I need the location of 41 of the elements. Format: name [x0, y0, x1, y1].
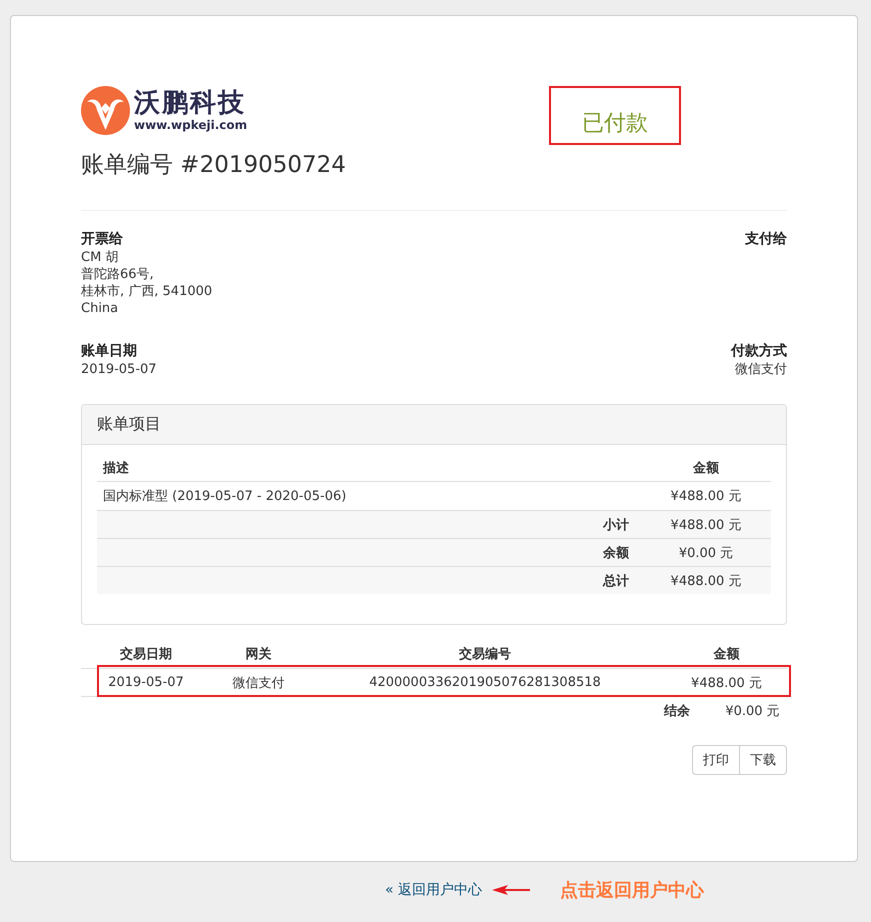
- address-line: 普陀路66号,: [81, 266, 154, 283]
- logo-icon: [81, 86, 130, 135]
- balance-label: 结余: [664, 703, 690, 720]
- table-cell-text: 微信支付: [232, 674, 286, 692]
- invoice-date-heading: 账单日期: [81, 343, 137, 360]
- address-line: CM 胡: [81, 249, 118, 266]
- column-header: 交易日期: [119, 646, 173, 663]
- table-cell-text: 4200000336201905076281308518: [368, 675, 602, 690]
- payment-status: 已付款: [549, 86, 681, 145]
- pay-to-heading: 支付给: [745, 231, 787, 248]
- column-header: 金额: [692, 460, 720, 477]
- balance-amount: ¥0.00 元: [724, 703, 781, 720]
- table-cell-text: ¥488.00 元: [670, 488, 742, 505]
- column-header: 网关: [244, 646, 272, 663]
- logo-name: 沃鹏科技: [134, 90, 247, 116]
- table-cell-text: ¥488.00 元: [670, 516, 742, 534]
- address-line: 桂林市, 广西, 541000: [81, 283, 212, 300]
- invoice-title: 账单编号 #2019050724: [81, 151, 347, 180]
- table-cell-text: ¥0.00 元: [678, 544, 734, 562]
- billed-to-heading: 开票给: [81, 231, 123, 248]
- table-cell-text: 2019-05-07: [107, 675, 185, 690]
- address-line: China: [81, 300, 118, 317]
- total-label: 余额: [602, 544, 630, 562]
- table-cell-text: 国内标准型 (2019-05-07 - 2020-05-06): [102, 488, 348, 505]
- column-header: 交易编号: [458, 646, 512, 663]
- panel-title: 账单项目: [82, 405, 786, 445]
- table-cell-text: ¥488.00 元: [670, 572, 742, 590]
- column-header: 描述: [102, 460, 130, 477]
- invoice-date: 2019-05-07: [81, 361, 157, 378]
- download-button[interactable]: 下载: [739, 745, 787, 775]
- back-link[interactable]: « 返回用户中心: [385, 881, 482, 899]
- total-label: 小计: [602, 516, 630, 534]
- total-label: 总计: [602, 572, 630, 590]
- arrow-icon: [492, 885, 530, 895]
- table-cell-text: ¥488.00 元: [690, 674, 763, 692]
- annotation-text: 点击返回用户中心: [560, 879, 704, 902]
- print-button[interactable]: 打印: [692, 745, 740, 775]
- column-header: 金额: [712, 646, 740, 663]
- payment-method: 微信支付: [735, 361, 787, 378]
- payment-method-heading: 付款方式: [731, 343, 787, 360]
- logo-url: www.wpkeji.com: [134, 119, 248, 131]
